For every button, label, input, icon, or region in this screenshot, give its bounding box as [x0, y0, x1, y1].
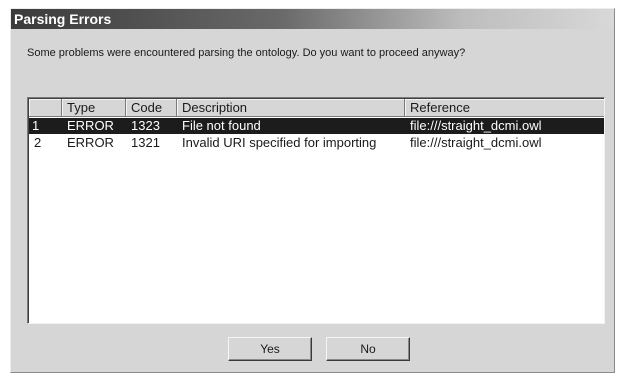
title-bar[interactable]: Parsing Errors — [11, 9, 614, 29]
row-type: ERROR — [67, 135, 114, 150]
row-description: File not found — [182, 118, 261, 133]
errors-table: Type Code Description Reference 1 ERROR … — [27, 97, 605, 324]
yes-button[interactable]: Yes — [228, 337, 312, 361]
no-button[interactable]: No — [326, 337, 410, 361]
dialog-message: Some problems were encountered parsing t… — [27, 47, 466, 59]
row-type: ERROR — [67, 118, 114, 133]
column-header-reference[interactable]: Reference — [405, 99, 604, 117]
dialog-title: Parsing Errors — [14, 11, 112, 27]
table-row[interactable]: 2 ERROR 1321 Invalid URI specified for i… — [29, 135, 604, 151]
row-index: 2 — [34, 135, 42, 150]
column-header-type[interactable]: Type — [62, 99, 126, 117]
column-header-description[interactable]: Description — [177, 99, 405, 117]
row-reference: file:///straight_dcmi.owl — [410, 118, 542, 133]
table-row[interactable]: 1 ERROR 1323 File not found file:///stra… — [29, 118, 604, 134]
parsing-errors-dialog: Parsing Errors Some problems were encoun… — [10, 8, 615, 373]
table-header: Type Code Description Reference — [29, 99, 604, 117]
row-code: 1321 — [131, 135, 160, 150]
row-index: 1 — [32, 118, 40, 133]
row-reference: file:///straight_dcmi.owl — [410, 135, 542, 150]
column-header-index[interactable] — [29, 99, 62, 117]
column-header-code[interactable]: Code — [126, 99, 177, 117]
row-description: Invalid URI specified for importing — [182, 135, 377, 150]
row-code: 1323 — [131, 118, 160, 133]
